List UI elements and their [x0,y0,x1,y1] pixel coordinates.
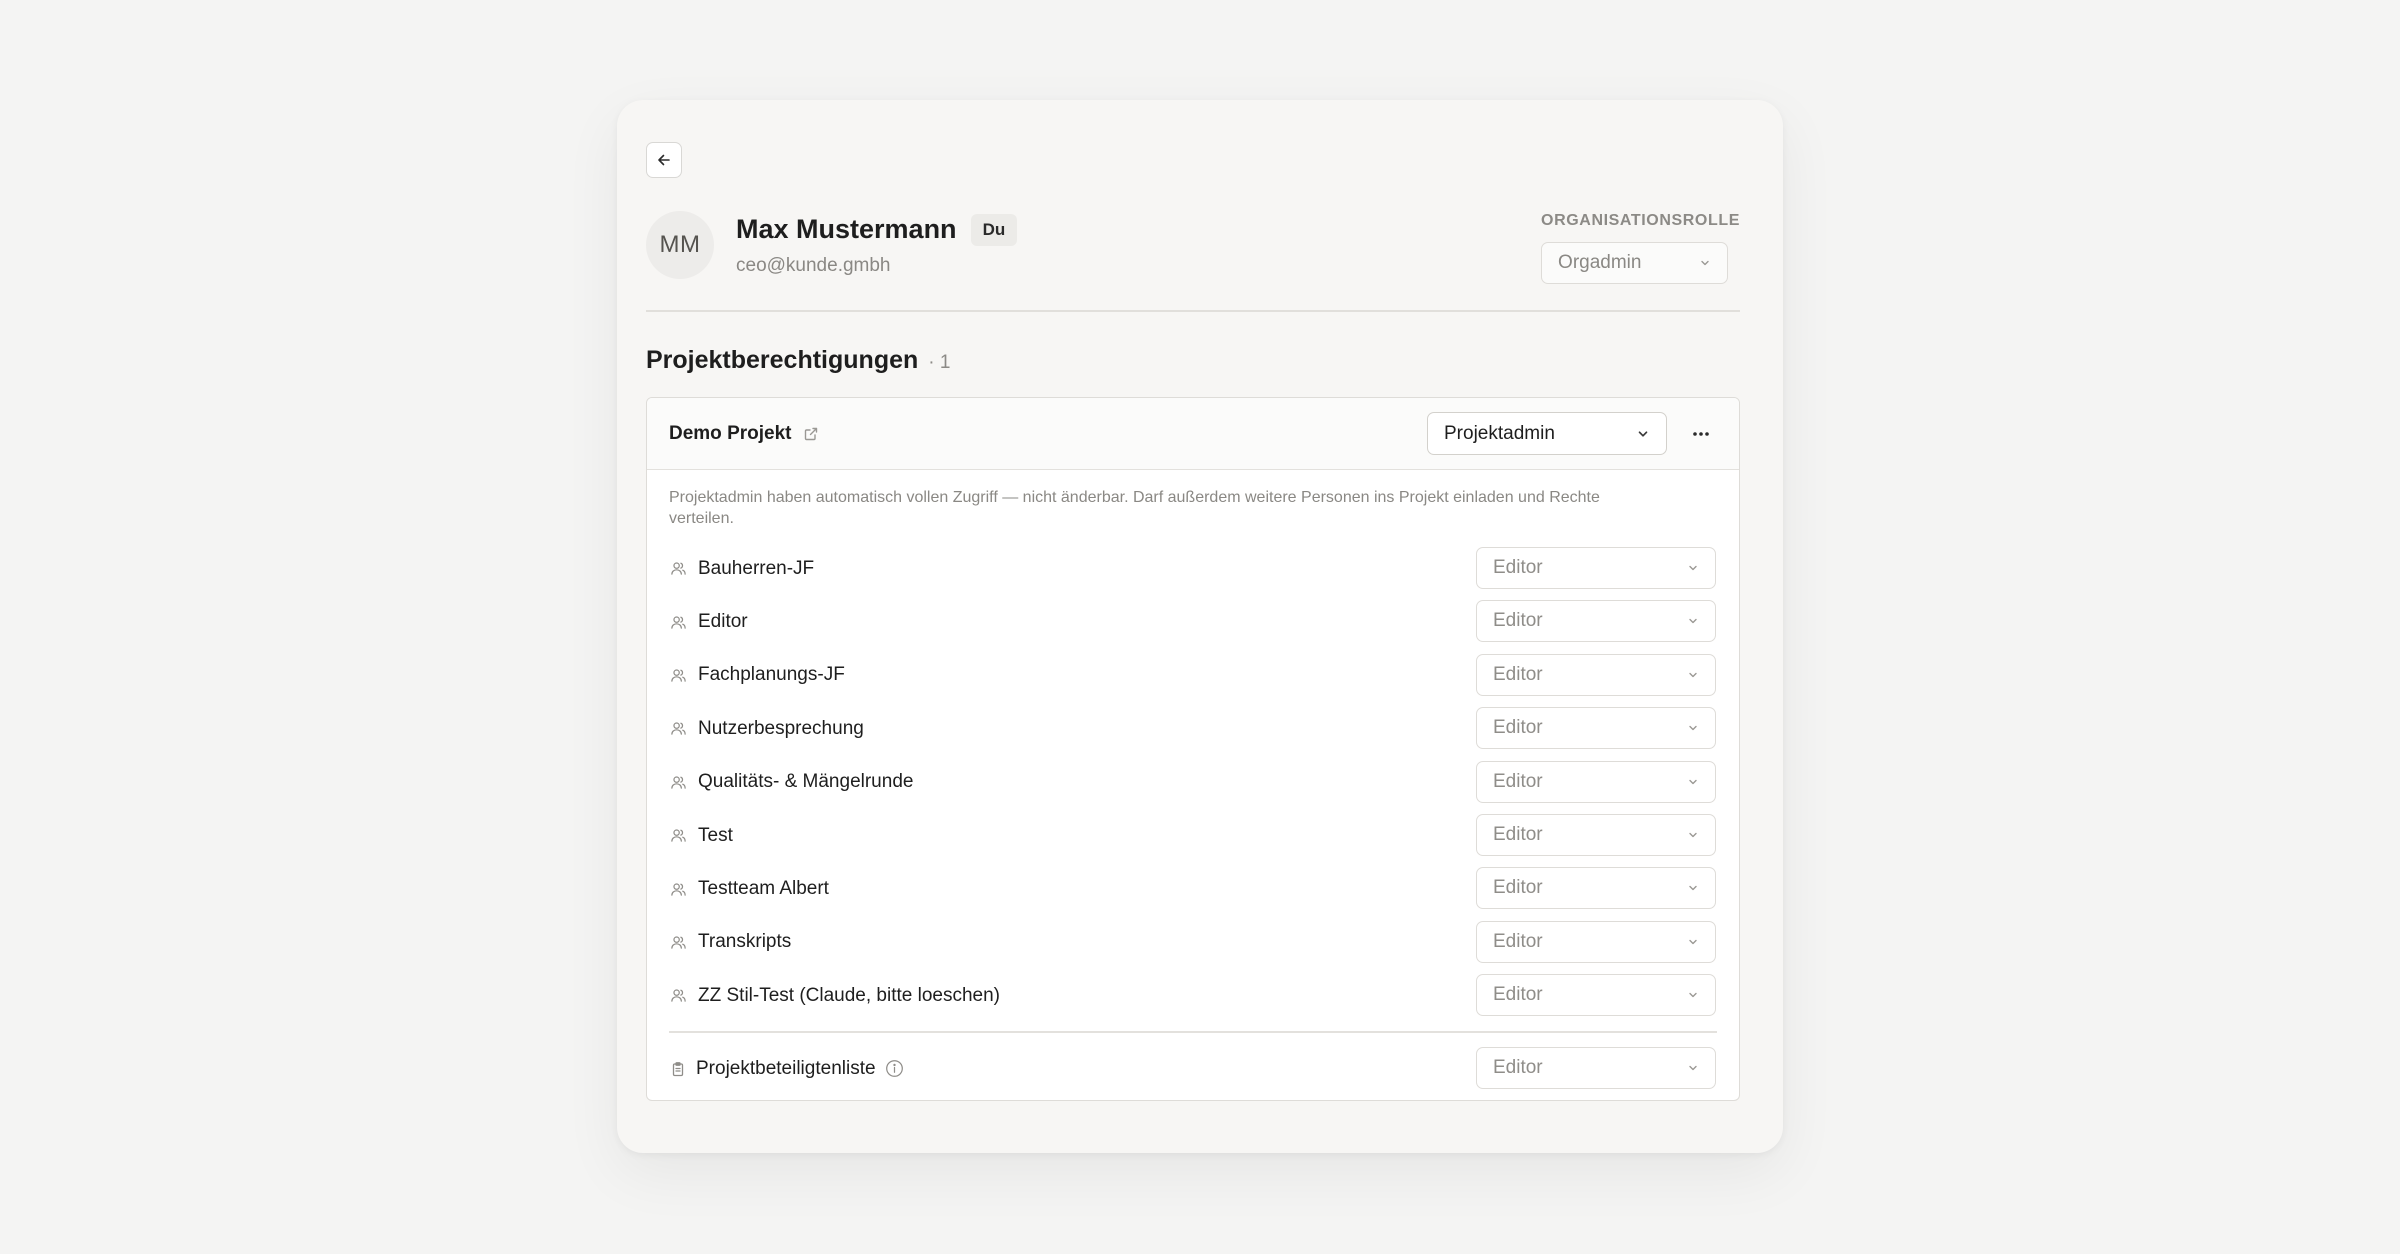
users-icon [669,933,687,951]
back-button[interactable] [646,142,682,178]
chevron-down-icon [1689,779,1697,784]
participants-label: Projektbeteiligtenliste [696,1057,876,1079]
users-icon [669,827,687,845]
group-row: Bauherren-JF Editor [647,542,1739,595]
project-panel: Demo Projekt Projektadmin Projektadmin h… [646,397,1740,1101]
group-row: ZZ Stil-Test (Claude, bitte loeschen) Ed… [647,969,1739,1022]
group-role-select[interactable]: Editor [1476,813,1716,856]
group-label: Test [698,824,733,846]
group-row: Testteam Albert Editor [647,862,1739,915]
participants-role-value: Editor [1493,1057,1543,1078]
user-name: Max Mustermann [736,214,957,244]
users-icon [669,666,687,684]
group-label: Editor [698,611,748,633]
chevron-down-icon [1638,430,1648,437]
project-header: Demo Projekt Projektadmin [647,398,1739,470]
org-role-label: ORGANISATIONSROLLE [1541,212,1740,229]
group-role-value: Editor [1493,770,1543,792]
group-list: Bauherren-JF Editor Editor Editor Fachpl… [647,542,1739,1023]
section-title: Projektberechtigungen [646,346,919,374]
group-role-value: Editor [1493,663,1543,685]
group-role-select[interactable]: Editor [1476,547,1716,589]
header-divider [646,310,1740,312]
group-label: ZZ Stil-Test (Claude, bitte loeschen) [698,984,1001,1006]
group-role-select[interactable]: Editor [1476,653,1716,696]
user-profile: MM Max Mustermann Du ceo@kunde.gmbh [646,211,1018,279]
clipboard-icon [669,1060,687,1078]
group-label: Fachplanungs-JF [698,664,845,686]
group-role-value: Editor [1493,823,1543,845]
chevron-down-icon [1701,260,1709,266]
group-label: Qualitäts- & Mängelrunde [698,771,914,793]
list-divider [669,1031,1717,1033]
group-role-value: Editor [1493,930,1543,952]
users-icon [669,880,687,898]
chevron-down-icon [1689,565,1697,571]
permissions-heading: Projektberechtigungen · 1 [646,346,950,375]
group-label: Bauherren-JF [698,557,815,579]
group-role-select[interactable]: Editor [1476,760,1716,803]
group-role-value: Editor [1493,610,1543,632]
group-role-select[interactable]: Editor [1476,707,1716,750]
project-role-hint: Projektadmin haben automatisch vollen Zu… [669,489,1600,527]
chevron-down-icon [1689,832,1697,838]
info-icon[interactable] [885,1059,904,1078]
org-role-section: ORGANISATIONSROLLE Orgadmin [1541,212,1740,284]
group-role-select[interactable]: Editor [1476,600,1716,643]
group-role-select[interactable]: Editor [1476,867,1716,910]
avatar: MM [646,211,714,279]
user-detail-card: MM Max Mustermann Du ceo@kunde.gmbh ORGA… [617,100,1783,1153]
group-role-value: Editor [1493,984,1543,1006]
more-horizontal-icon [1693,432,1709,436]
project-name: Demo Projekt [669,422,792,444]
group-role-value: Editor [1493,877,1543,899]
group-row: Nutzerbesprechung Editor [647,702,1739,755]
participants-row: Projektbeteiligtenliste Editor [647,1042,1739,1095]
chevron-down-icon [1689,939,1697,944]
org-role-select[interactable]: Orgadmin [1541,242,1729,284]
project-role-select[interactable]: Projektadmin [1427,412,1667,455]
participants-role-select[interactable]: Editor [1476,1047,1716,1089]
users-icon [669,987,687,1005]
group-row: Test Editor [647,809,1739,862]
user-name-block: Max Mustermann Du ceo@kunde.gmbh [736,213,1018,277]
group-row: Transkripts Editor [647,916,1739,969]
users-icon [669,613,687,631]
chevron-down-icon [1689,619,1697,624]
chevron-down-icon [1689,992,1697,998]
group-role-select[interactable]: Editor [1476,920,1716,963]
section-count: · 1 [928,352,951,373]
group-row: Fachplanungs-JF Editor [647,649,1739,702]
org-role-value: Orgadmin [1558,252,1642,273]
users-icon [669,560,687,578]
group-label: Testteam Albert [698,878,829,900]
chevron-down-icon [1689,1065,1697,1071]
users-icon [669,773,687,791]
self-badge: Du [970,213,1018,246]
group-label: Nutzerbesprechung [698,717,864,739]
group-role-value: Editor [1493,717,1543,739]
user-email: ceo@kunde.gmbh [736,254,891,276]
users-icon [669,720,687,738]
project-role-value: Projektadmin [1444,422,1555,444]
group-row: Qualitäts- & Mängelrunde Editor [647,756,1739,809]
group-row: Editor Editor [647,595,1739,648]
arrow-left-icon [658,154,670,166]
more-options-button[interactable] [1685,418,1717,450]
group-label: Transkripts [698,931,792,953]
group-role-select[interactable]: Editor [1476,974,1716,1017]
chevron-down-icon [1689,725,1697,731]
chevron-down-icon [1689,886,1697,891]
chevron-down-icon [1689,672,1697,677]
group-role-value: Editor [1493,557,1543,578]
external-link-icon[interactable] [803,426,819,442]
